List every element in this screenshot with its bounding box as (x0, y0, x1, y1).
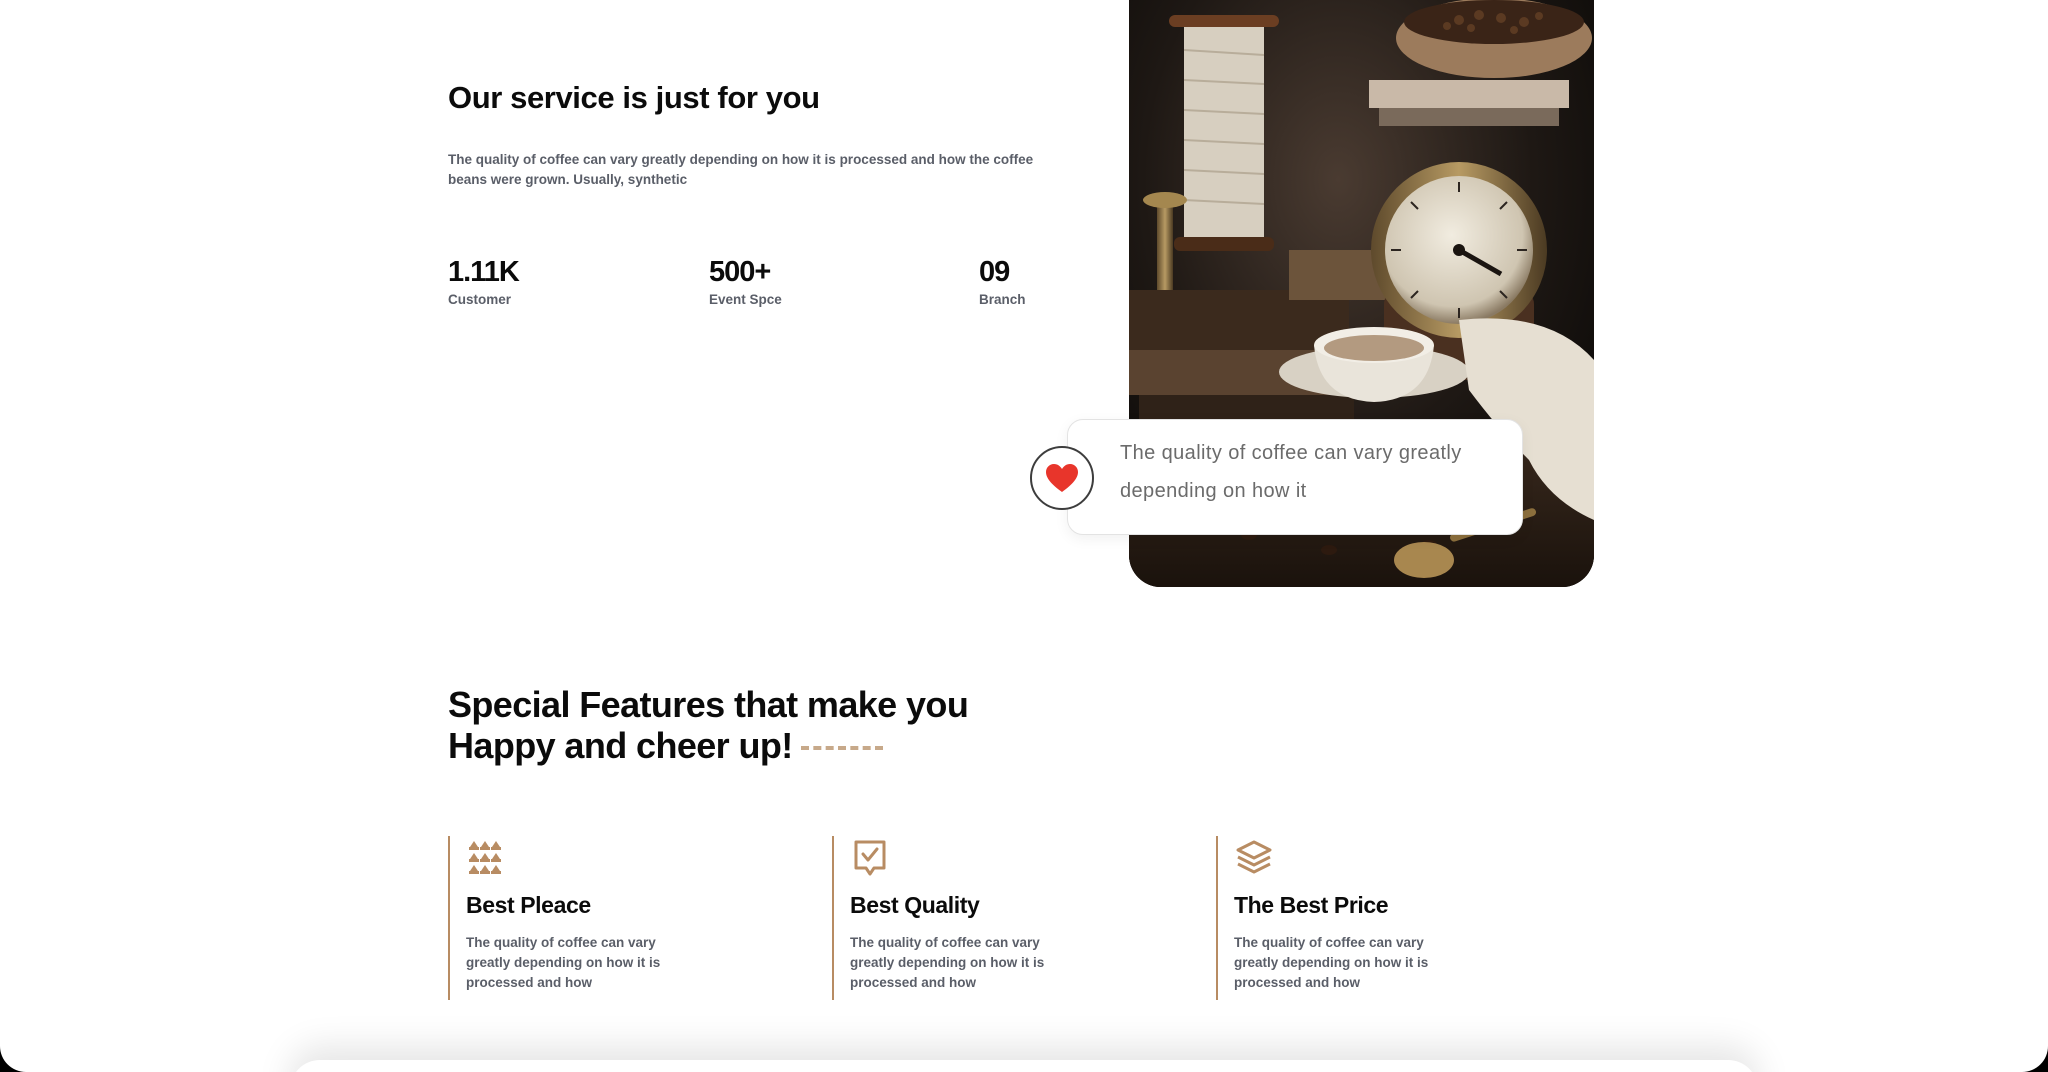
feature-description: The quality of coffee can vary greatly d… (466, 935, 661, 990)
heart-icon (1046, 464, 1078, 492)
stat-label: Customer (448, 292, 512, 307)
stat-customer: 1.11K Customer (448, 256, 520, 307)
features-title: Special Features that make you Happy and… (448, 684, 969, 766)
features-title-line1: Special Features that make you (448, 684, 969, 725)
layers-icon (1234, 838, 1274, 878)
quote-card: The quality of coffee can vary greatly d… (1067, 419, 1523, 535)
coffee-beans-grid-icon (466, 838, 506, 878)
quote-text: The quality of coffee can vary greatly d… (1120, 442, 1462, 502)
feature-name: Best Pleace (466, 892, 591, 918)
feature-description: The quality of coffee can vary greatly d… (850, 935, 1045, 990)
features-title-line2: Happy and cheer up! (448, 725, 793, 766)
check-badge-icon (850, 838, 890, 878)
stat-label: Event Spce (709, 292, 782, 307)
stat-event-space: 500+ Event Spce (709, 256, 782, 307)
service-description: The quality of coffee can vary greatly d… (448, 152, 1034, 187)
stat-value: 1.11K (448, 256, 520, 288)
stat-value: 500+ (709, 256, 771, 288)
stat-value: 09 (979, 256, 1010, 288)
feature-card-best-quality: Best Quality The quality of coffee can v… (832, 836, 1122, 1000)
stat-label: Branch (979, 292, 1026, 307)
feature-name: The Best Price (1234, 892, 1389, 918)
feature-description: The quality of coffee can vary greatly d… (1234, 935, 1429, 990)
page: Our service is just for you The quality … (0, 0, 2048, 1072)
feature-card-best-price: The Best Price The quality of coffee can… (1216, 836, 1506, 1000)
feature-card-best-place: Best Pleace The quality of coffee can va… (448, 836, 738, 1000)
heart-badge[interactable] (1030, 446, 1094, 510)
decorative-dashes (800, 746, 883, 751)
stat-branch: 09 Branch (979, 256, 1026, 307)
feature-name: Best Quality (850, 892, 980, 918)
service-title: Our service is just for you (448, 80, 820, 115)
next-section-card (290, 1060, 1758, 1072)
